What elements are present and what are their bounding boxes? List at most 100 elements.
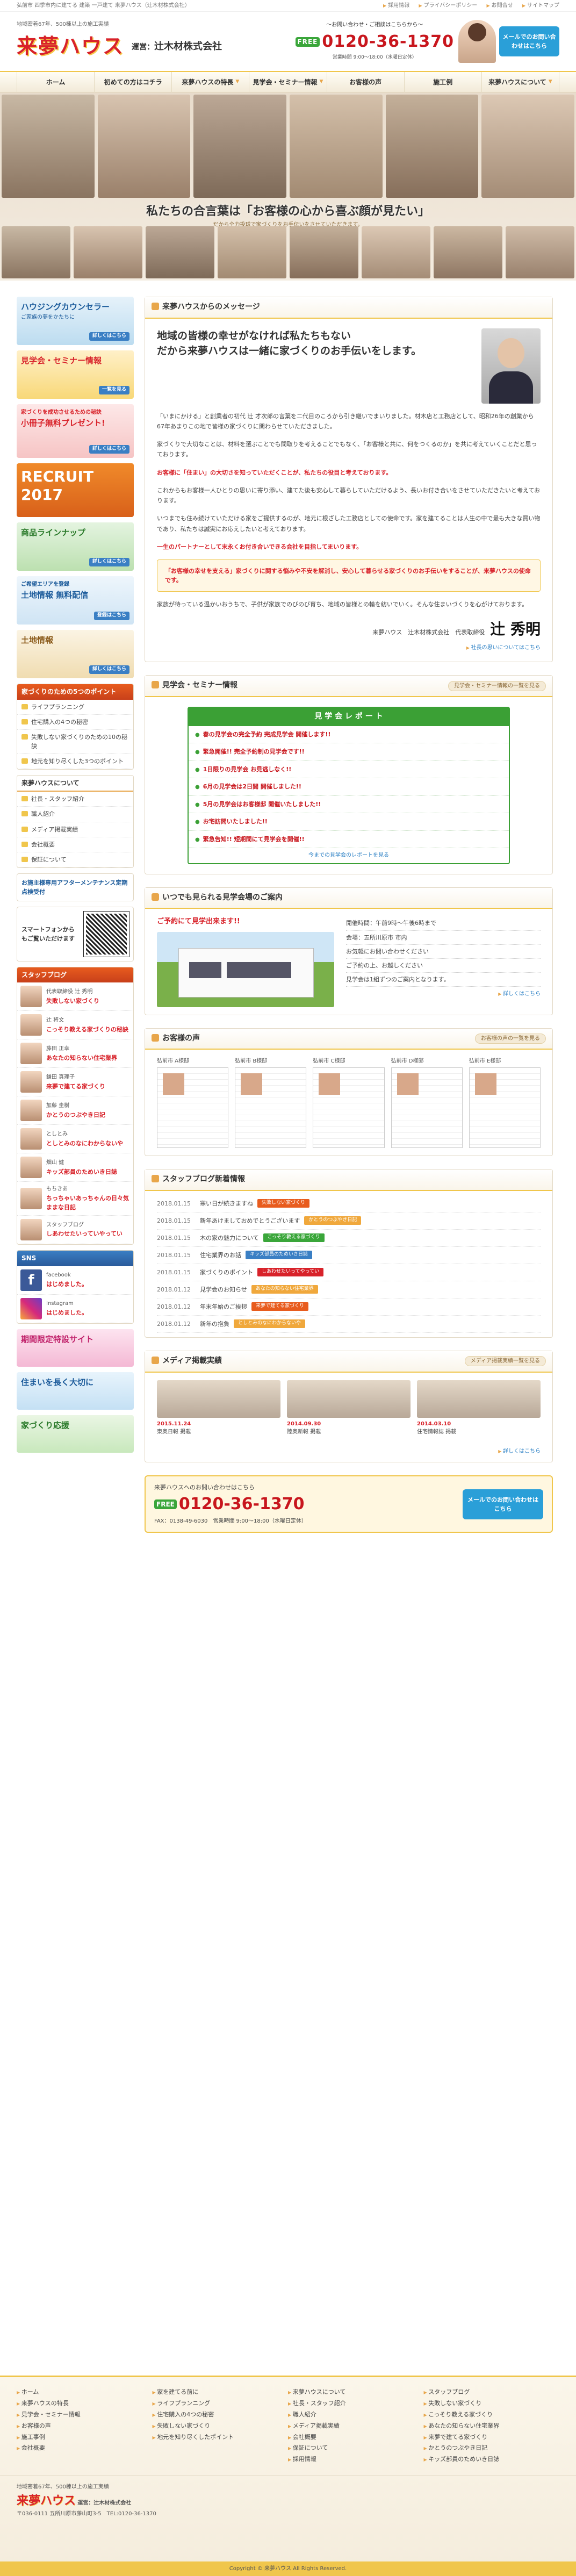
footer-link[interactable]: 来夢ハウスについて (288, 2387, 424, 2398)
footer-link[interactable]: 職人紹介 (288, 2409, 424, 2421)
blog-news-row[interactable]: 2018.01.12 見学会のお知らせ あなたの知らない住宅業界 (157, 1281, 541, 1298)
media-item[interactable]: 2014.03.10 住宅情報誌 掲載 (417, 1380, 541, 1437)
nav-events[interactable]: 見学会・セミナー情報 ▼ (249, 72, 326, 92)
report-more-link[interactable]: 今までの見学会のレポートを見る (189, 848, 509, 863)
sidebar-item-warranty[interactable]: 保証について (17, 852, 133, 867)
blog-item[interactable]: 辻 将文 こっそり教える家づくりの秘訣 (17, 1011, 133, 1040)
footer-link[interactable]: 会社概要 (17, 2443, 153, 2454)
blog-news-row[interactable]: 2018.01.15 木の家の魅力について こっそり教える家づくり (157, 1230, 541, 1247)
voice-card[interactable]: 弘前市 A様邸 (157, 1057, 229, 1148)
facebook-banner[interactable]: f facebook はじめました。 (17, 1266, 133, 1295)
sidebar-smartphone[interactable]: スマートフォンからもご覧いただけます (17, 906, 134, 961)
footer-link[interactable]: あなたの知らない住宅業界 (424, 2421, 560, 2432)
blog-item[interactable]: 代表取締役 辻 秀明 失敗しない家づくり (17, 982, 133, 1011)
events-more-link[interactable]: 見学会・セミナー情報の一覧を見る (448, 680, 546, 692)
voices-more-link[interactable]: お客様の声の一覧を見る (475, 1033, 546, 1044)
media-link[interactable]: 詳しくはこちら (145, 1447, 552, 1462)
report-item[interactable]: お宅訪問いたしました!! (189, 813, 509, 831)
footer-link[interactable]: 保証について (288, 2443, 424, 2454)
report-item[interactable]: 5月の見学会はお客様邸 開催いたしました!! (189, 796, 509, 814)
footer-link[interactable]: お客様の声 (17, 2421, 153, 2432)
blog-news-row[interactable]: 2018.01.15 寒い日が続きますね 失敗しない家づくり (157, 1195, 541, 1212)
header-tel[interactable]: FREE 0120-36-1370 (295, 30, 455, 55)
banner-support[interactable]: 家づくり応援 (17, 1415, 134, 1453)
footer-mail-button[interactable]: メールでのお問い合わせはこちら (463, 1489, 543, 1519)
footer-link[interactable]: 家を建てる前に (153, 2387, 289, 2398)
footer-tel[interactable]: FREE 0120-36-1370 (154, 1492, 307, 1517)
footer-link[interactable]: スタッフブログ (424, 2387, 560, 2398)
report-item[interactable]: 緊急開催!! 完全予約制の見学会です!! (189, 743, 509, 761)
footer-link[interactable]: 来夢で建てる家づくり (424, 2432, 560, 2443)
sidebar-item-company[interactable]: 会社概要 (17, 837, 133, 852)
sidebar-item-craftsmen[interactable]: 職人紹介 (17, 807, 133, 822)
blog-item[interactable]: スタッフブログ しあわせたいっていやってい (17, 1216, 133, 1244)
site-logo[interactable]: 地域密着67年、500棟以上の施工実績 来夢ハウス 運営：辻木材株式会社 (17, 20, 222, 62)
footer-link[interactable]: キッズ部員のためいき日誌 (424, 2454, 560, 2465)
media-more-link[interactable]: メディア掲載実績一覧を見る (464, 1355, 546, 1367)
blog-news-row[interactable]: 2018.01.12 新年の抱負 としとみのなにわからないや (157, 1316, 541, 1333)
top-link-contact[interactable]: お問合せ (487, 3, 513, 9)
report-item[interactable]: 緊急告知!! 短期間にて見学会を開催!! (189, 831, 509, 849)
banner-counselor[interactable]: ハウジングカウンセラー ご家族の夢をかたちに 詳しくはこちら (17, 297, 134, 345)
report-item[interactable]: 春の見学会の完全予約 完成見学会 開催します!! (189, 726, 509, 744)
instagram-banner[interactable]: Instagram はじめました。 (17, 1295, 133, 1323)
blog-item[interactable]: としとみ としとみのなにわからないや (17, 1125, 133, 1154)
nav-voices[interactable]: お客様の声 (326, 72, 404, 92)
banner-special[interactable]: 期間限定特設サイト (17, 1329, 134, 1367)
banner-booklet[interactable]: 家づくりを成功させるための秘訣 小冊子無料プレゼント! 詳しくはこちら (17, 404, 134, 458)
footer-link[interactable]: 見学会・セミナー情報 (17, 2409, 153, 2421)
banner-land[interactable]: 土地情報 詳しくはこちら (17, 630, 134, 678)
footer-link[interactable]: ライフプランニング (153, 2398, 289, 2409)
blog-item[interactable]: 鎌田 真理子 来夢で建てる家づくり (17, 1068, 133, 1097)
banner-lineup[interactable]: 商品ラインナップ 詳しくはこちら (17, 522, 134, 571)
footer-link[interactable]: 失敗しない家づくり (424, 2398, 560, 2409)
media-item[interactable]: 2014.09.30 陸奥新報 掲載 (287, 1380, 411, 1437)
footer-link[interactable]: 会社概要 (288, 2432, 424, 2443)
banner-recruit[interactable]: RECRUIT 2017 (17, 463, 134, 517)
sidebar-item-tips[interactable]: 失敗しない家づくりのための10の秘訣 (17, 730, 133, 754)
nav-first-visit[interactable]: 初めての方はコチラ (94, 72, 171, 92)
footer-link[interactable]: 失敗しない家づくり (153, 2421, 289, 2432)
blog-news-row[interactable]: 2018.01.15 新年あけましておめでとうございます かとうのつぶやき日記 (157, 1212, 541, 1230)
footer-logo[interactable]: 来夢ハウス (17, 2494, 76, 2508)
sidebar-item-media[interactable]: メディア掲載実績 (17, 822, 133, 837)
nav-works[interactable]: 施工例 (404, 72, 481, 92)
sidebar-item-secrets[interactable]: 住宅購入の4つの秘密 (17, 715, 133, 730)
media-item[interactable]: 2015.11.24 東奥日報 掲載 (157, 1380, 280, 1437)
top-link-recruit[interactable]: 採用情報 (383, 3, 409, 9)
footer-link[interactable]: 社長・スタッフ紹介 (288, 2398, 424, 2409)
footer-link[interactable]: かとうのつぶやき日記 (424, 2443, 560, 2454)
footer-link[interactable]: 採用情報 (288, 2454, 424, 2465)
president-link[interactable]: 社長の思いについてはこちら (157, 644, 541, 652)
footer-link[interactable]: 住宅購入の4つの秘密 (153, 2409, 289, 2421)
top-link-sitemap[interactable]: サイトマップ (522, 3, 559, 9)
banner-events[interactable]: 見学会・セミナー情報 一覧を見る (17, 350, 134, 399)
nav-about[interactable]: 来夢ハウスについて ▼ (481, 72, 559, 92)
voice-card[interactable]: 弘前市 D様邸 (391, 1057, 463, 1148)
blog-news-row[interactable]: 2018.01.15 家づくりのポイント しあわせたいってやってい (157, 1264, 541, 1281)
voice-card[interactable]: 弘前市 C様邸 (313, 1057, 385, 1148)
report-item[interactable]: 1日限りの見学会 お見逃しなく!! (189, 761, 509, 779)
footer-link[interactable]: 地元を知り尽くしたポイント (153, 2432, 289, 2443)
blog-news-row[interactable]: 2018.01.15 住宅業界のお話 キッズ部員のためいき日誌 (157, 1247, 541, 1264)
footer-link[interactable]: 施工事例 (17, 2432, 153, 2443)
sidebar-after[interactable]: お施主様専用アフターメンテナンス定期点検受付 (17, 873, 134, 901)
model-house-link[interactable]: 詳しくはこちら (346, 990, 541, 999)
blog-item[interactable]: 畑山 健キッズ部員のためいき日誌 (17, 1153, 133, 1182)
blog-news-row[interactable]: 2018.01.12 年末年始のご挨拶 来夢で建てる家づくり (157, 1298, 541, 1316)
voice-card[interactable]: 弘前市 B様邸 (235, 1057, 307, 1148)
sidebar-item-lifeplan[interactable]: ライフプランニング (17, 700, 133, 715)
blog-item[interactable]: 藤田 正幸 あなたの知らない住宅業界 (17, 1039, 133, 1068)
nav-features[interactable]: 来夢ハウスの特長 ▼ (171, 72, 249, 92)
nav-home[interactable]: ホーム (17, 72, 94, 92)
footer-link[interactable]: メディア掲載実績 (288, 2421, 424, 2432)
footer-link[interactable]: 来夢ハウスの特長 (17, 2398, 153, 2409)
blog-item[interactable]: もちきあ ちっちゃいあっちゃんの日々気ままな日記 (17, 1182, 133, 1216)
banner-longlife[interactable]: 住まいを長く大切に (17, 1372, 134, 1410)
sidebar-item-staff[interactable]: 社長・スタッフ紹介 (17, 792, 133, 807)
mail-contact-button[interactable]: メールでのお問い合わせはこちら (499, 26, 559, 56)
top-link-privacy[interactable]: プライバシーポリシー (419, 3, 477, 9)
voice-card[interactable]: 弘前市 E様邸 (469, 1057, 541, 1148)
footer-link[interactable]: ホーム (17, 2387, 153, 2398)
footer-link[interactable]: こっそり教える家づくり (424, 2409, 560, 2421)
